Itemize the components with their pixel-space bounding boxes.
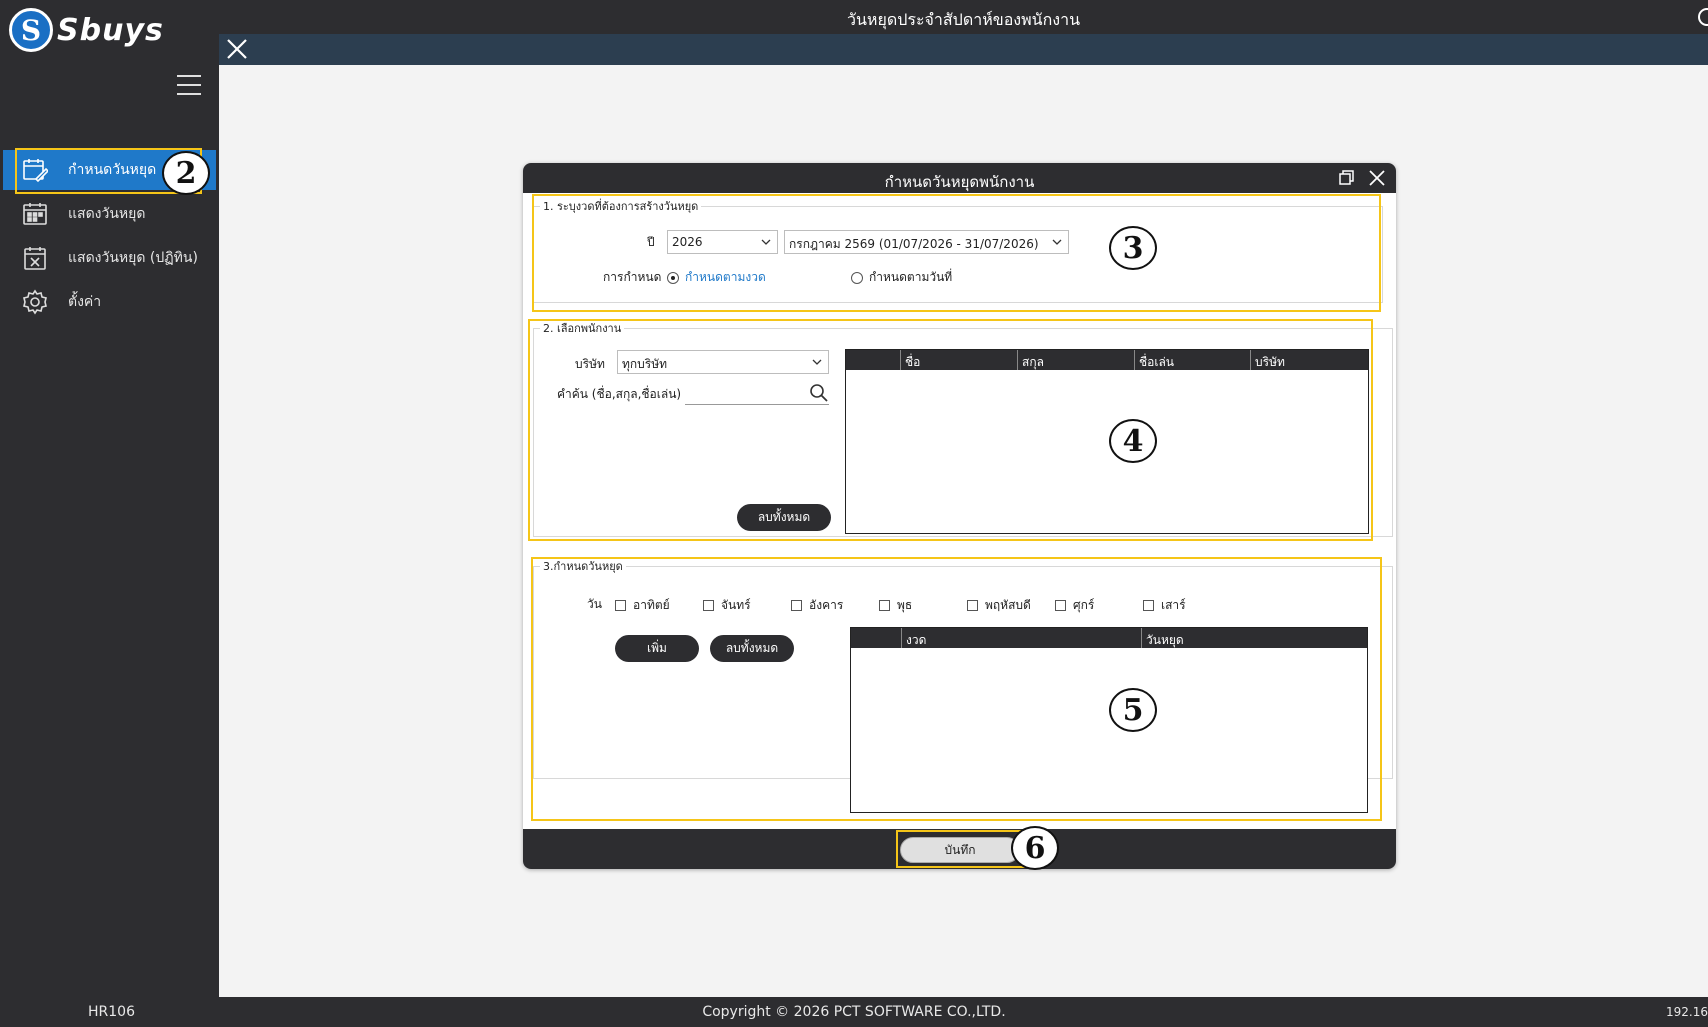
title-bar: วันหยุดประจำสัปดาห์ของพนักงาน [219, 0, 1708, 34]
company-select[interactable]: ทุกบริษัท [617, 350, 829, 374]
chevron-down-icon [761, 239, 771, 245]
day-name: อาทิตย์ [633, 598, 670, 612]
day-name: เสาร์ [1161, 598, 1186, 612]
day-name: พฤหัสบดี [985, 598, 1031, 612]
radio-by-date-label: กำหนดตามวันที่ [869, 270, 953, 284]
radio-by-date[interactable]: กำหนดตามวันที่ [851, 268, 952, 287]
hamburger-menu-icon[interactable] [177, 75, 201, 95]
search-label: คำค้น (ชื่อ,สกุล,ชื่อเล่น) [557, 387, 682, 401]
day-name: อังคาร [809, 598, 844, 612]
period-select[interactable]: กรกฎาคม 2569 (01/07/2026 - 31/07/2026) [784, 230, 1069, 254]
day-name: พุธ [897, 598, 913, 612]
year-label: ปี [647, 235, 655, 249]
checkbox-box [1055, 600, 1066, 611]
chevron-down-icon [1052, 239, 1062, 245]
search-input[interactable] [685, 381, 829, 405]
section-employee-legend: 2. เลือกพนักงาน [543, 322, 622, 335]
section-holiday-legend: 3.กำหนดวันหยุด [543, 560, 623, 573]
dialog-header: กำหนดวันหยุดพนักงาน [523, 163, 1396, 193]
app-logo: S Sbuys [9, 8, 164, 52]
dialog-footer: บันทึก [523, 829, 1396, 869]
tab-bar [219, 34, 1708, 65]
ip-address: 192.16 [1666, 1005, 1708, 1019]
sidebar-item-label: กำหนดวันหยุด [68, 162, 157, 178]
logo-mark: S [9, 8, 53, 52]
sidebar-item-set-holiday[interactable]: กำหนดวันหยุด [3, 150, 216, 190]
year-select-value: 2026 [672, 235, 703, 249]
checkbox-saturday[interactable]: เสาร์ [1143, 596, 1186, 615]
calendar-x-icon [22, 245, 48, 271]
section-period-legend: 1. ระบุงวดที่ต้องการสร้างวันหยุด [543, 200, 699, 213]
column-header [846, 350, 900, 370]
dialog-title: กำหนดวันหยุดพนักงาน [884, 173, 1035, 191]
logo-text: Sbuys [57, 12, 164, 48]
restore-icon[interactable] [1338, 169, 1356, 187]
sidebar-item-show-holiday[interactable]: แสดงวันหยุด [0, 192, 219, 236]
sidebar-item-label: ตั้งค่า [68, 294, 102, 310]
column-header-holiday[interactable]: วันหยุด [1141, 628, 1367, 648]
sidebar-menu: กำหนดวันหยุด แสดงวันหยุด แสดงวันหยุด (ปฏ… [0, 150, 219, 324]
copyright-text: Copyright © 2026 PCT SOFTWARE CO.,LTD. [702, 1004, 1006, 1020]
close-icon[interactable] [225, 37, 249, 61]
radio-dot [667, 271, 679, 284]
checkbox-friday[interactable]: ศุกร์ [1055, 596, 1094, 615]
column-header-name[interactable]: ชื่อ [900, 350, 1017, 370]
holiday-grid: งวด วันหยุด [850, 627, 1368, 813]
company-label: บริษัท [575, 357, 605, 371]
checkbox-box [967, 600, 978, 611]
radio-by-period[interactable]: กำหนดตามงวด [667, 268, 766, 287]
day-name: จันทร์ [721, 598, 751, 612]
chevron-down-icon [812, 359, 822, 365]
column-header [851, 628, 901, 648]
sidebar-item-show-holiday-calendar[interactable]: แสดงวันหยุด (ปฏิทิน) [0, 236, 219, 280]
checkbox-thursday[interactable]: พฤหัสบดี [967, 596, 1031, 615]
radio-dot [851, 271, 863, 284]
checkbox-wednesday[interactable]: พุธ [879, 596, 912, 615]
radio-by-period-label: กำหนดตามงวด [685, 270, 766, 284]
calendar-grid-icon [22, 201, 48, 227]
employee-grid-header: ชื่อ สกุล ชื่อเล่น บริษัท [846, 350, 1368, 370]
day-label: วัน [587, 597, 602, 611]
checkbox-box [791, 600, 802, 611]
holiday-grid-header: งวด วันหยุด [851, 628, 1367, 648]
holiday-dialog: กำหนดวันหยุดพนักงาน 1. ระบุงวดที่ต้องการ… [523, 163, 1396, 869]
sidebar-item-label: แสดงวันหยุด [68, 206, 146, 222]
checkbox-sunday[interactable]: อาทิตย์ [615, 596, 670, 615]
checkbox-box [879, 600, 890, 611]
sidebar-item-label: แสดงวันหยุด (ปฏิทิน) [68, 250, 198, 266]
clear-holidays-button[interactable]: ลบทั้งหมด [710, 635, 794, 662]
checkbox-box [1143, 600, 1154, 611]
year-select[interactable]: 2026 [667, 230, 778, 254]
search-icon[interactable] [809, 383, 829, 403]
checkbox-box [615, 600, 626, 611]
employee-grid: ชื่อ สกุล ชื่อเล่น บริษัท [845, 349, 1369, 534]
gear-icon [22, 289, 48, 315]
column-header-nickname[interactable]: ชื่อเล่น [1134, 350, 1250, 370]
checkbox-monday[interactable]: จันทร์ [703, 596, 751, 615]
save-button[interactable]: บันทึก [900, 837, 1020, 863]
window-title: วันหยุดประจำสัปดาห์ของพนักงาน [846, 10, 1081, 29]
column-header-company[interactable]: บริษัท [1250, 350, 1368, 370]
dialog-close-icon[interactable] [1368, 169, 1386, 187]
day-name: ศุกร์ [1073, 598, 1095, 612]
sidebar: S Sbuys กำหนดวันหยุด แสดงวันหยุด แสดงวัน… [0, 0, 219, 997]
company-select-value: ทุกบริษัท [622, 357, 668, 371]
column-header-period[interactable]: งวด [901, 628, 1141, 648]
column-header-surname[interactable]: สกุล [1017, 350, 1134, 370]
sidebar-item-settings[interactable]: ตั้งค่า [0, 280, 219, 324]
checkbox-box [703, 600, 714, 611]
calendar-edit-icon [22, 157, 48, 183]
mode-label: การกำหนด [603, 270, 662, 284]
checkbox-tuesday[interactable]: อังคาร [791, 596, 843, 615]
add-button[interactable]: เพิ่ม [615, 635, 699, 662]
period-select-value: กรกฎาคม 2569 (01/07/2026 - 31/07/2026) [789, 237, 1039, 251]
clear-employees-button[interactable]: ลบทั้งหมด [737, 504, 831, 531]
status-bar: HR106 Copyright © 2026 PCT SOFTWARE CO.,… [0, 997, 1708, 1027]
